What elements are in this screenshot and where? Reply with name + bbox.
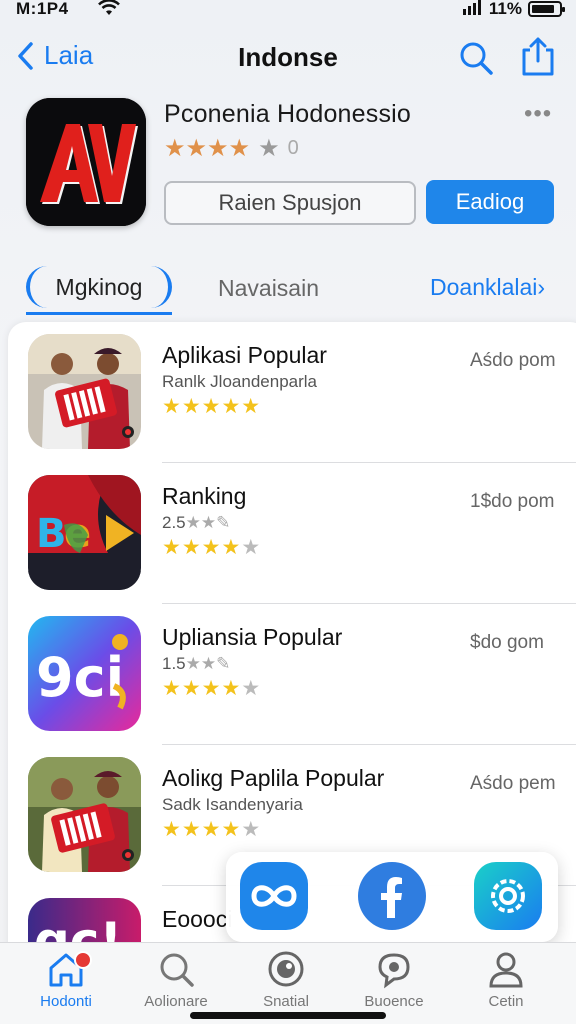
rating-value: 1.5 xyxy=(162,654,186,673)
list-item[interactable]: B e Ranking 2.5★★✎ ★★★★★ 1$do pom xyxy=(8,463,576,604)
wifi-icon xyxy=(98,0,120,22)
item-title: Upliansia Popular xyxy=(162,624,343,650)
tabbar-item-search[interactable]: Aolionare xyxy=(126,949,226,1010)
stars-full: ★★★★★ xyxy=(162,395,262,418)
search-button[interactable] xyxy=(458,40,494,76)
gear-icon xyxy=(491,879,525,913)
stars-dim: ★ xyxy=(241,677,262,700)
tab-0[interactable]: Mgkinog xyxy=(26,266,172,308)
search-icon xyxy=(160,953,194,987)
tab-underline xyxy=(26,312,172,315)
list-item[interactable]: Aplikasi Popular Ranlk Jloandenparla ★★★… xyxy=(8,322,576,463)
tabbar-item-chat[interactable]: Buoence xyxy=(344,949,444,1010)
item-price: Aśdo pom xyxy=(470,350,556,371)
list-item[interactable]: 9ci Upliansia Popular 1.5★★✎ ★★★★★ $do g… xyxy=(8,604,576,745)
home-indicator xyxy=(190,1012,386,1019)
battery-icon xyxy=(528,1,565,17)
infinity-icon xyxy=(251,885,297,907)
item-title: Aplikasi Popular xyxy=(162,342,327,368)
battery-fill xyxy=(532,5,554,13)
tabbar-item-games[interactable]: Snatial xyxy=(236,949,336,1010)
share-facebook-button[interactable] xyxy=(358,862,426,930)
stars-full: ★★★★ xyxy=(162,536,242,559)
item-title: Eoooci xyxy=(162,906,233,932)
item-rating-text: 2.5★★✎ xyxy=(162,513,231,532)
rating-value: 2.5 xyxy=(162,513,186,532)
tabbar-label: Cetin xyxy=(488,993,524,1010)
tabbar-label: Hodonti xyxy=(40,993,92,1010)
tabbar-label: Snatial xyxy=(263,993,309,1010)
item-subtitle: Ranlk Jloandenparla xyxy=(162,372,317,391)
tab-1[interactable]: Navaisain xyxy=(218,275,319,302)
share-settings-button[interactable] xyxy=(474,862,542,930)
app-rating: ★★★★ ★ 0 xyxy=(164,134,299,163)
stars-full: ★★★★ xyxy=(162,818,242,841)
status-bar: M:1P4 11% xyxy=(0,0,576,22)
tabbar-label: Buoence xyxy=(364,993,424,1010)
rating-star-empty-icon: ★ xyxy=(258,135,280,162)
share-popup xyxy=(226,852,558,942)
app-logo-icon xyxy=(26,98,146,226)
item-icon-play: B e xyxy=(28,475,141,590)
item-icon-accordion xyxy=(28,334,141,449)
rating-stars: ★★★★ xyxy=(164,135,251,162)
item-price: $do gom xyxy=(470,632,544,653)
tabbar-item-profile[interactable]: Cetin xyxy=(456,949,556,1010)
item-stars: ★★★★★ xyxy=(162,676,261,701)
item-price: Aśdo pem xyxy=(470,773,556,794)
tab-2[interactable]: Doanklalai› xyxy=(430,274,545,301)
item-stars: ★★★★★ xyxy=(162,535,261,560)
chat-icon xyxy=(378,953,410,989)
tabbar-label: Aolionare xyxy=(144,993,208,1010)
nav-bar: Laia Indonse xyxy=(0,30,576,86)
search-icon xyxy=(460,42,493,75)
facebook-icon xyxy=(381,877,402,918)
item-stars: ★★★★★ xyxy=(162,817,261,842)
battery-percent: 11% xyxy=(488,0,522,18)
svg-text:9ci: 9ci xyxy=(36,646,124,709)
stars-dim: ★ xyxy=(241,818,262,841)
secondary-button[interactable]: Raien Spusjon xyxy=(164,181,416,225)
stars-full: ★★★★ xyxy=(162,677,242,700)
item-title: Ranking xyxy=(162,483,247,509)
svg-text:B: B xyxy=(36,511,67,557)
tabbar-item-home[interactable]: Hodonti xyxy=(16,949,116,1010)
rating-count: 0 xyxy=(287,137,299,159)
item-icon-gradient: 9ci xyxy=(28,616,141,731)
share-icon xyxy=(522,37,554,76)
notification-badge xyxy=(74,951,92,969)
share-infinity-button[interactable] xyxy=(240,862,308,930)
person-icon xyxy=(489,952,523,988)
gamepad-icon xyxy=(268,951,304,987)
more-icon[interactable]: ••• xyxy=(524,100,552,128)
tab-label: Mgkinog xyxy=(55,273,143,300)
item-rating-text: 1.5★★✎ xyxy=(162,654,231,673)
app-icon xyxy=(26,98,146,226)
item-price: 1$do pom xyxy=(470,491,555,512)
item-icon-accordion xyxy=(28,757,141,872)
share-button[interactable] xyxy=(520,36,556,76)
stars-dim: ★ xyxy=(241,536,262,559)
item-stars: ★★★★★ xyxy=(162,394,261,419)
primary-button[interactable]: Eadiog xyxy=(426,180,554,224)
signal-icon xyxy=(462,0,483,19)
item-title: Aoliкg Paplila Popular xyxy=(162,765,385,791)
status-time: M:1P4 xyxy=(16,0,69,18)
item-subtitle: Sadk Isandenyaria xyxy=(162,795,303,814)
app-name: Pconenia Hodonessio xyxy=(164,100,412,128)
